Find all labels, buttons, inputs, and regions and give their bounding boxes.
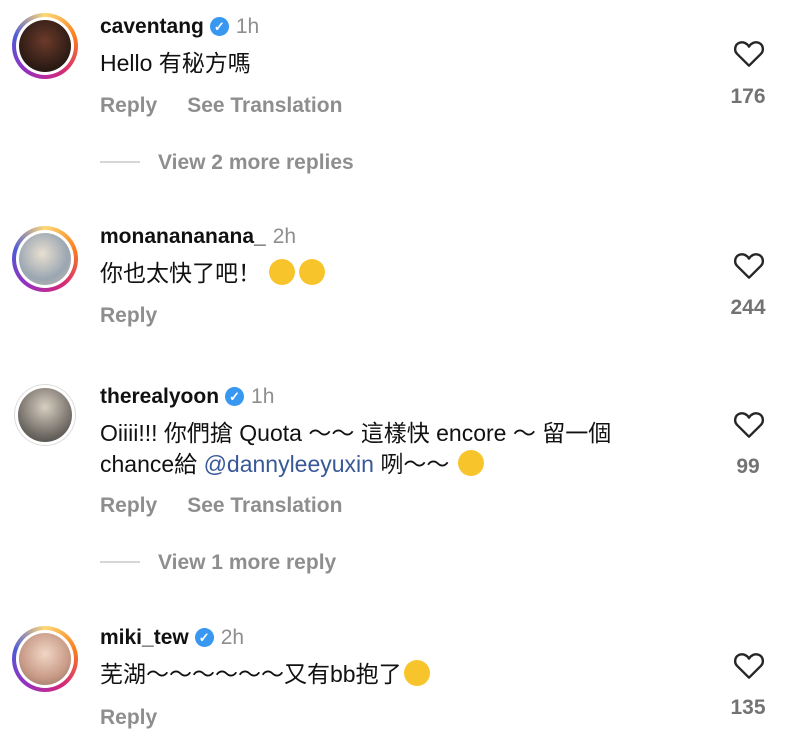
comment-text: Hello 有秘方嗎	[100, 50, 251, 76]
verified-badge-icon: ✓	[209, 17, 229, 36]
reply-button[interactable]: Reply	[100, 94, 157, 117]
verified-badge-icon: ✓	[194, 628, 214, 647]
username[interactable]: monanananana_ 2h	[100, 225, 296, 249]
timestamp: 2h	[272, 225, 297, 248]
like-count: 244	[730, 296, 766, 319]
reply-button[interactable]: Reply	[100, 494, 157, 517]
verified-badge-icon: ✓	[225, 387, 245, 406]
heart-icon[interactable]	[733, 650, 765, 680]
avatar-frame[interactable]	[14, 384, 76, 446]
like-count: 176	[730, 85, 766, 108]
username[interactable]: therealyoon ✓ 1h	[100, 385, 274, 409]
avatar[interactable]	[19, 633, 71, 685]
timestamp: 1h	[251, 385, 275, 408]
username[interactable]: miki_tew ✓ 2h	[100, 626, 244, 650]
story-ring[interactable]	[12, 13, 78, 79]
heart-icon[interactable]	[733, 38, 765, 68]
reply-button[interactable]: Reply	[100, 304, 157, 327]
see-translation-button[interactable]: See Translation	[187, 494, 342, 517]
comment-text: 你也太快了吧！	[100, 257, 327, 289]
avatar[interactable]	[18, 388, 72, 442]
comment-text-line-1: Oiiii!!! 你們搶 Quota ～～ 這樣快 encore ～ 留一個	[100, 420, 612, 446]
mention-link[interactable]: @dannyleeyuxin	[204, 451, 374, 477]
avatar[interactable]	[19, 20, 71, 72]
like-count: 99	[736, 455, 760, 478]
view-more-replies-button[interactable]: View 2 more replies	[100, 151, 354, 175]
heart-icon[interactable]	[733, 409, 765, 439]
view-more-replies-button[interactable]: View 1 more reply	[100, 551, 336, 575]
hand-over-mouth-emoji	[457, 450, 484, 476]
story-ring[interactable]	[12, 226, 78, 292]
divider-line	[100, 161, 140, 163]
timestamp: 1h	[235, 15, 260, 38]
story-ring[interactable]	[12, 626, 78, 692]
username[interactable]: caventang ✓ 1h	[100, 15, 259, 39]
comment-text: 芜湖～～～～～～又有bb抱了	[100, 658, 432, 690]
divider-line	[100, 561, 140, 563]
comment-text-line-2: chance給 @dannyleeyuxin 咧～～	[100, 448, 486, 480]
grinning-squinting-emoji	[403, 660, 430, 686]
avatar[interactable]	[19, 233, 71, 285]
like-count: 135	[730, 696, 766, 719]
timestamp: 2h	[220, 626, 245, 649]
see-translation-button[interactable]: See Translation	[187, 94, 342, 117]
rolling-laughing-emoji	[299, 259, 326, 285]
heart-icon[interactable]	[733, 250, 765, 280]
reply-button[interactable]: Reply	[100, 706, 157, 729]
rolling-laughing-emoji	[269, 259, 296, 285]
